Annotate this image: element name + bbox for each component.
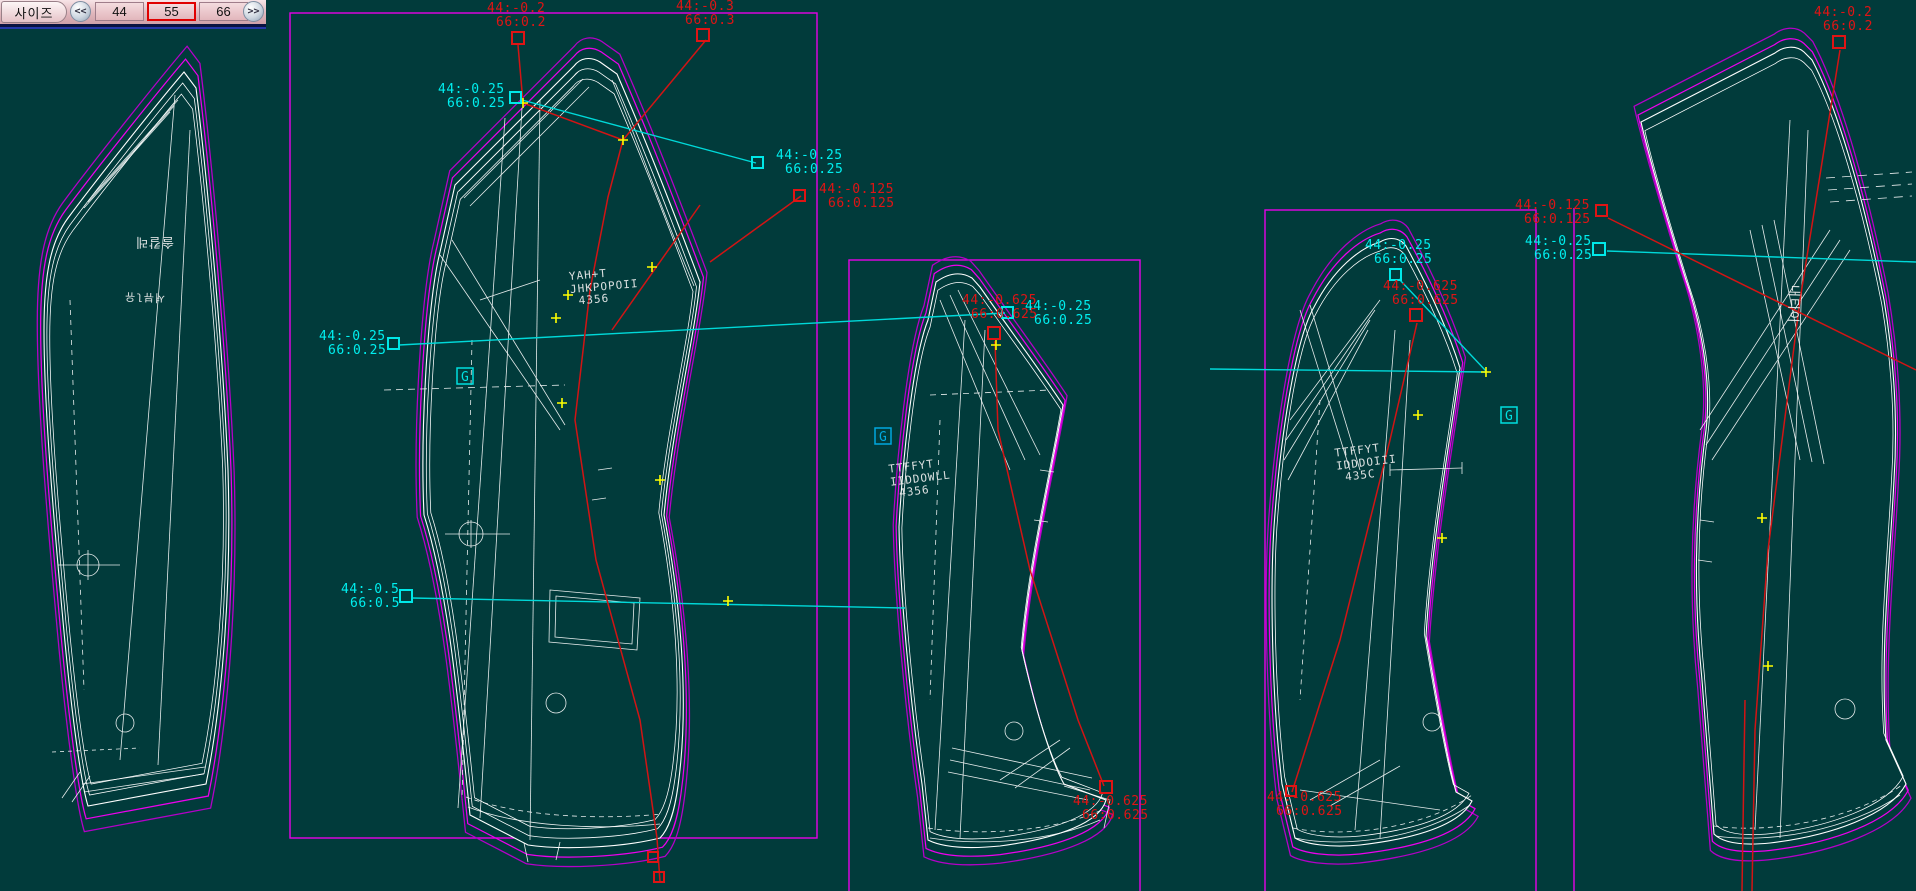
pattern-piece-1[interactable] [37,46,235,831]
g-marker[interactable]: G [1501,407,1517,424]
grade-handle[interactable] [509,91,522,104]
g-marker-letter: G [1505,409,1513,424]
grade-label: 44:-0.566:0.5 [341,583,400,611]
piece-2-label: YAH+T JHKPOPOII 4356 [568,265,640,309]
size-button-66[interactable]: 66 [199,2,248,21]
grade-label: 44:-0.2566:0.25 [1365,239,1432,267]
grade-handle[interactable] [793,189,806,202]
grade-label: 44:-0.2566:0.25 [319,330,386,358]
piece-1-label: 솔칼레 [135,233,174,248]
grade-label: 44:-0.62566:0.625 [1073,795,1149,823]
pattern-piece-4[interactable] [1266,220,1478,864]
g-marker-letter: G [879,430,887,445]
grade-label: 44:-0.266:0.2 [1814,6,1873,34]
grade-handle[interactable] [399,589,413,603]
g-marker[interactable]: G [875,428,891,445]
grade-handle[interactable] [1099,780,1113,794]
grade-handle[interactable] [1595,204,1608,217]
grade-label: 44:-0.2566:0.25 [438,83,505,111]
grade-handle[interactable] [1832,35,1846,49]
grade-label: 44:-0.62566:0.625 [1383,280,1459,308]
grade-label: 44:-0.12566:0.125 [1515,199,1591,227]
piece-3-label: TTFFYT IIDDOWLL 4356 [888,456,953,501]
piece-1-sublabel: 셔뷰l유 [124,289,165,303]
grade-point-markers [518,98,1773,671]
grade-handle[interactable] [751,156,764,169]
grade-handle[interactable] [1409,308,1423,322]
size-toolbar-label: 사이즈 [1,1,67,23]
pattern-canvas[interactable]: G G G [0,0,1916,891]
grade-label: 44:-0.2566:0.25 [1025,300,1092,328]
grade-handle[interactable] [987,326,1001,340]
grade-label: 44:-0.12566:0.125 [819,183,895,211]
size-next-button[interactable]: >> [243,1,264,22]
grade-handle[interactable] [647,851,659,863]
grade-label: 44:-0.366:0.3 [676,0,735,28]
grade-handle[interactable] [696,28,710,42]
cad-viewport[interactable]: G G G 솔칼레 셔뷰l유 YAH+T JHKPOPOII 4356 TTFF… [0,0,1916,891]
grade-label: 44:-0.62566:0.625 [1267,791,1343,819]
piece-4-label: TTFFYT IDDDOIII 435C [1334,440,1399,485]
pattern-piece-2[interactable] [384,38,707,867]
g-marker-letter: G [461,370,469,385]
pattern-piece-5[interactable] [1634,28,1912,861]
size-button-55[interactable]: 55 [147,2,196,21]
size-toolbar: 사이즈 << 44 55 66 >> [0,0,266,27]
grade-handle[interactable] [511,31,525,45]
grade-handle[interactable] [387,337,400,350]
piece-5-label: 내티이 [1784,284,1800,323]
size-prev-button[interactable]: << [70,1,91,22]
grade-label: 44:-0.2566:0.25 [776,149,843,177]
pattern-piece-3[interactable] [893,257,1112,865]
grade-label: 44:-0.2566:0.25 [1525,235,1592,263]
grade-label: 44:-0.266:0.2 [487,2,546,30]
grade-handle[interactable] [653,871,665,883]
grade-handle[interactable] [1592,242,1606,256]
size-button-44[interactable]: 44 [95,2,144,21]
